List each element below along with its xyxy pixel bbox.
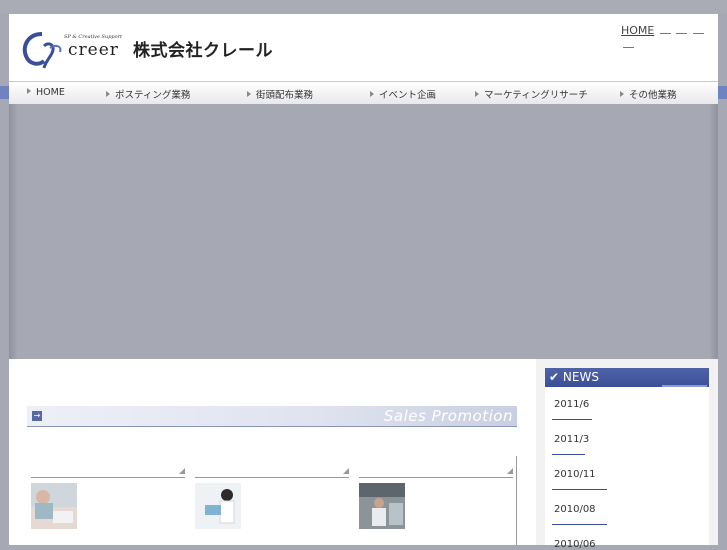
card-divider	[359, 477, 513, 478]
sidebar: ✔ NEWS 2011/6 2011/3 2010/11 2010/08 201…	[536, 359, 718, 550]
nav-item-home[interactable]: HOME	[27, 87, 65, 98]
main-content: → Sales Promotion	[9, 359, 536, 545]
news-title: ✔ NEWS	[549, 370, 599, 384]
main-nav: HOME ポスティング業務 街頭配布業務 イベント企画 マーケティングリサーチ …	[9, 81, 718, 105]
news-item[interactable]: 2011/3	[554, 434, 589, 445]
left-nav-band	[0, 86, 9, 99]
card-thumbnail-posting[interactable]	[31, 483, 77, 529]
news-underline	[552, 489, 607, 490]
section-header-bar: → Sales Promotion	[27, 406, 517, 427]
check-icon: ✔	[549, 370, 560, 384]
arrow-right-icon	[620, 91, 624, 97]
card-divider	[31, 477, 185, 478]
card-divider	[195, 477, 349, 478]
top-home-link[interactable]: HOME	[621, 24, 654, 37]
company-name: 株式会社クレール	[133, 41, 273, 61]
top-links: HOME	[621, 23, 718, 51]
nav-item-street-distribution[interactable]: 街頭配布業務	[247, 87, 313, 101]
news-header-accent	[662, 385, 707, 387]
news-item[interactable]: 2010/08	[554, 504, 596, 515]
thumbnail-image	[359, 483, 405, 529]
news-item[interactable]: 2011/6	[554, 399, 589, 410]
card-thumbnail-event[interactable]	[359, 483, 405, 529]
top-link-placeholder[interactable]	[623, 37, 634, 48]
right-nav-band	[718, 86, 727, 99]
svg-text:creer: creer	[68, 40, 119, 60]
column-divider	[516, 456, 517, 545]
hero-banner	[9, 104, 718, 359]
nav-item-other[interactable]: その他業務	[620, 87, 677, 101]
hero-shade-right	[709, 104, 718, 359]
arrow-right-icon	[475, 91, 479, 97]
top-link-placeholder[interactable]	[659, 23, 671, 34]
thumbnail-image	[31, 483, 77, 529]
news-underline	[552, 454, 585, 455]
arrow-right-icon	[106, 91, 110, 97]
site-header: SP & Creative Support creer 株式会社クレール HOM…	[9, 14, 718, 81]
nav-item-posting[interactable]: ポスティング業務	[106, 87, 190, 101]
thumbnail-image	[195, 483, 241, 529]
news-item[interactable]: 2010/11	[554, 469, 596, 480]
nav-item-event[interactable]: イベント企画	[370, 87, 436, 101]
arrow-right-icon	[247, 91, 251, 97]
news-underline	[552, 524, 607, 525]
top-strip	[0, 0, 727, 14]
page-container: SP & Creative Support creer 株式会社クレール HOM…	[9, 14, 718, 550]
news-underline	[552, 419, 592, 420]
arrow-box-icon: →	[32, 411, 42, 421]
nav-item-marketing-research[interactable]: マーケティングリサーチ	[475, 87, 588, 101]
arrow-right-icon	[370, 91, 374, 97]
logo-mark: SP & Creative Support creer	[22, 32, 123, 69]
hero-shade-left	[9, 104, 18, 359]
top-link-placeholder[interactable]	[676, 23, 688, 34]
corner-mark-icon	[343, 468, 349, 474]
top-link-placeholder[interactable]	[692, 23, 704, 34]
corner-mark-icon	[179, 468, 185, 474]
card-thumbnail-distribution[interactable]	[195, 483, 241, 529]
news-header: ✔ NEWS	[545, 368, 709, 387]
site-logo[interactable]: SP & Creative Support creer	[20, 26, 132, 72]
arrow-right-icon	[27, 88, 31, 94]
section-title: Sales Promotion	[383, 407, 513, 425]
corner-mark-icon	[507, 468, 513, 474]
news-panel: ✔ NEWS 2011/6 2011/3 2010/11 2010/08 201…	[545, 368, 709, 550]
